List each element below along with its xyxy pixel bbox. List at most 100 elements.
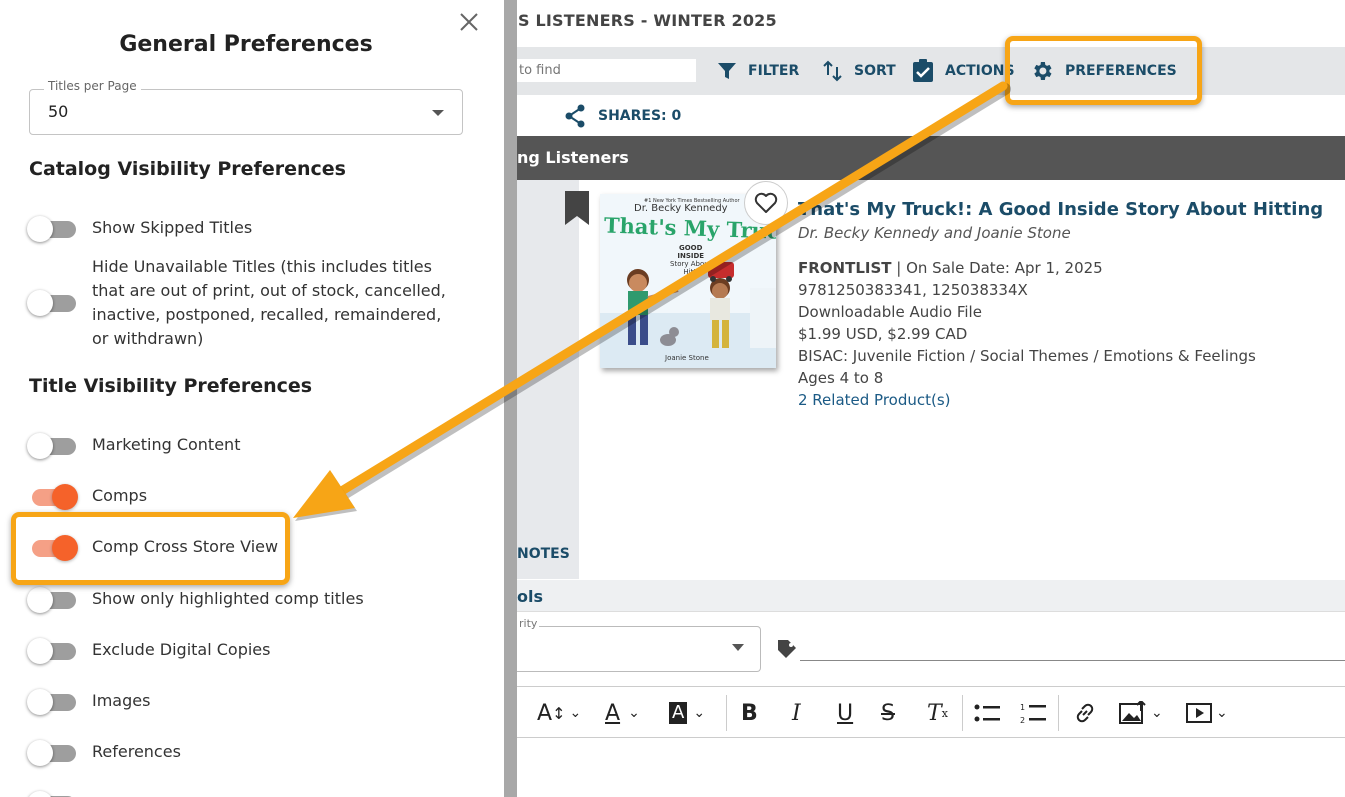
book-authors: Dr. Becky Kennedy and Joanie Stone bbox=[798, 224, 1071, 242]
toolbar-divider bbox=[1058, 695, 1059, 731]
priority-select[interactable] bbox=[517, 626, 761, 672]
close-icon[interactable] bbox=[458, 11, 480, 33]
book-bisac: BISAC: Juvenile Fiction / Social Themes … bbox=[798, 347, 1256, 365]
actions-button[interactable]: ACTIONS bbox=[912, 59, 1022, 83]
toolbar-divider bbox=[962, 695, 963, 731]
share-icon bbox=[565, 104, 585, 128]
bold-button[interactable]: B bbox=[741, 697, 758, 729]
gear-icon bbox=[1034, 62, 1052, 80]
font-size-button[interactable]: A ↕ ⌄ bbox=[537, 697, 581, 729]
bullet-list-icon bbox=[974, 704, 1000, 722]
strikethrough-button[interactable]: S bbox=[881, 697, 895, 729]
insert-media-button[interactable]: ⌄ bbox=[1186, 697, 1228, 729]
sort-icon bbox=[823, 60, 842, 82]
svg-text:1: 1 bbox=[1020, 703, 1025, 712]
pref-hide-unavailable: Hide Unavailable Titles (this includes t… bbox=[27, 255, 467, 351]
show-skipped-toggle[interactable] bbox=[27, 216, 77, 242]
media-icon bbox=[1186, 703, 1212, 723]
svg-text:2: 2 bbox=[1020, 716, 1025, 724]
underline-button[interactable]: U bbox=[837, 697, 853, 729]
shares-button[interactable]: SHARES: 0 bbox=[564, 104, 681, 128]
panel-scrollbar[interactable] bbox=[504, 0, 517, 797]
filter-icon bbox=[718, 63, 736, 79]
toolbar-divider bbox=[726, 695, 727, 731]
book-cover[interactable]: #1 New York Times Bestselling Author Dr.… bbox=[600, 194, 776, 368]
preferences-button[interactable]: PREFERENCES bbox=[1030, 59, 1177, 83]
filter-label: FILTER bbox=[748, 63, 800, 79]
preferences-panel: General Preferences 50 Titles per Page C… bbox=[0, 0, 504, 797]
pref-label: Exclude Digital Copies bbox=[92, 640, 271, 659]
tools-header: ols bbox=[517, 580, 1345, 612]
highlighted-comps-toggle[interactable] bbox=[27, 587, 77, 613]
image-upload-icon bbox=[1119, 701, 1146, 724]
actions-label: ACTIONS bbox=[945, 63, 1015, 79]
exclude-digital-toggle[interactable] bbox=[27, 638, 77, 664]
book-isbns: 9781250383341, 125038334X bbox=[798, 281, 1028, 299]
insert-image-button[interactable]: ⌄ bbox=[1119, 697, 1163, 729]
section-header: ng Listeners bbox=[517, 136, 1345, 180]
sort-label: SORT bbox=[854, 63, 896, 79]
list-badge: FRONTLIST bbox=[798, 259, 892, 277]
pref-label: Images bbox=[92, 691, 151, 710]
clipboard-check-icon bbox=[913, 59, 933, 82]
sort-button[interactable]: SORT bbox=[823, 59, 896, 83]
priority-label: rity bbox=[517, 617, 540, 630]
book-title-link[interactable]: That's My Truck!: A Good Inside Story Ab… bbox=[798, 198, 1338, 222]
notes-tab[interactable]: NOTES bbox=[517, 546, 570, 562]
sale-date: | On Sale Date: Apr 1, 2025 bbox=[891, 259, 1103, 277]
tag-icon bbox=[778, 640, 796, 658]
pref-label: Comps bbox=[92, 486, 148, 505]
editor-toolbar: A ↕ ⌄ A ⌄ A ⌄ B I U S Tx 12 ⌄ ⌄ bbox=[517, 686, 1345, 738]
book-ages: Ages 4 to 8 bbox=[798, 369, 884, 387]
pref-label: References bbox=[92, 742, 181, 761]
book-format: Downloadable Audio File bbox=[798, 303, 982, 321]
cover-illustration bbox=[600, 262, 776, 368]
titles-per-page-label: Titles per Page bbox=[44, 79, 141, 93]
next-pref-toggle[interactable] bbox=[27, 791, 77, 797]
marketing-content-toggle[interactable] bbox=[27, 433, 77, 459]
references-toggle[interactable] bbox=[27, 740, 77, 766]
pref-label: Hide Unavailable Titles (this includes t… bbox=[92, 257, 446, 348]
images-toggle[interactable] bbox=[27, 689, 77, 715]
link-icon bbox=[1076, 703, 1094, 723]
cover-illustrator: Joanie Stone bbox=[665, 354, 709, 362]
italic-button[interactable]: I bbox=[792, 697, 801, 729]
catalog-visibility-heading: Catalog Visibility Preferences bbox=[29, 158, 346, 180]
clear-format-button[interactable]: Tx bbox=[927, 697, 948, 729]
book-sale-info: FRONTLIST | On Sale Date: Apr 1, 2025 bbox=[798, 257, 1338, 279]
cover-author: Dr. Becky Kennedy bbox=[634, 203, 728, 214]
preferences-label: PREFERENCES bbox=[1065, 63, 1177, 79]
link-button[interactable] bbox=[1073, 697, 1097, 729]
title-visibility-heading: Title Visibility Preferences bbox=[29, 375, 313, 397]
numbered-list-icon: 12 bbox=[1020, 703, 1046, 724]
panel-title: General Preferences bbox=[119, 32, 373, 57]
search-input[interactable] bbox=[517, 59, 696, 82]
book-details: That's My Truck!: A Good Inside Story Ab… bbox=[798, 198, 1338, 411]
bullet-list-button[interactable] bbox=[974, 697, 1000, 729]
heart-icon bbox=[754, 192, 778, 213]
bookmark-icon[interactable] bbox=[565, 191, 589, 225]
pref-label: Show Skipped Titles bbox=[92, 218, 253, 237]
hide-unavailable-toggle[interactable] bbox=[27, 290, 77, 316]
numbered-list-button[interactable]: 12 bbox=[1020, 697, 1046, 729]
pref-label: Show only highlighted comp titles bbox=[92, 589, 364, 608]
caret-down-icon bbox=[732, 644, 744, 651]
pref-label: Comp Cross Store View bbox=[92, 537, 279, 556]
related-products-link[interactable]: 2 Related Product(s) bbox=[798, 389, 1338, 411]
comps-toggle[interactable] bbox=[27, 484, 78, 510]
book-price: $1.99 USD, $2.99 CAD bbox=[798, 325, 968, 343]
title-sidebar bbox=[517, 180, 579, 579]
catalog-title: S LISTENERS - WINTER 2025 bbox=[518, 11, 777, 30]
titles-per-page-select[interactable]: 50 bbox=[29, 89, 463, 135]
shares-label: SHARES: 0 bbox=[598, 108, 682, 124]
text-color-button[interactable]: A ⌄ bbox=[605, 697, 640, 729]
comp-cross-store-view-toggle[interactable] bbox=[27, 535, 78, 561]
caret-down-icon bbox=[432, 110, 444, 116]
catalog-app: S LISTENERS - WINTER 2025 FILTER SORT AC… bbox=[504, 0, 1345, 797]
favorite-button[interactable] bbox=[744, 181, 788, 225]
titles-per-page-value: 50 bbox=[48, 102, 69, 121]
tag-input[interactable] bbox=[800, 660, 1345, 661]
filter-button[interactable]: FILTER bbox=[717, 59, 799, 83]
pref-label: Marketing Content bbox=[92, 435, 241, 454]
highlight-color-button[interactable]: A ⌄ bbox=[669, 697, 705, 729]
